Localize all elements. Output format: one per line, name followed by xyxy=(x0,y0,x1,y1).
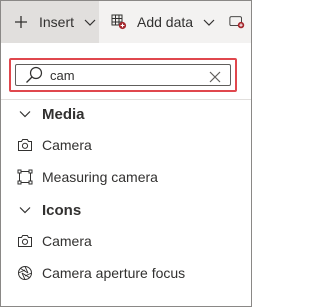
insert-panel-window: Insert Add data cam Media Camera Measuri… xyxy=(0,0,252,307)
add-data-label: Add data xyxy=(137,14,194,30)
list-item-icons-camera[interactable]: Camera xyxy=(1,225,251,257)
group-title: Icons xyxy=(42,201,82,219)
add-data-icon xyxy=(111,14,127,30)
search-highlight xyxy=(9,58,237,92)
camera-icon xyxy=(17,233,33,249)
search-box[interactable] xyxy=(15,64,231,86)
chevron-down-icon xyxy=(84,16,96,28)
list-item-camera-aperture-focus[interactable]: Camera aperture focus xyxy=(1,257,251,289)
list-item-label: Measuring camera xyxy=(42,169,158,185)
list-item-measuring-camera[interactable]: Measuring camera xyxy=(1,161,251,193)
new-screen-icon xyxy=(229,14,245,30)
list-item-label: Camera xyxy=(42,137,92,153)
add-data-button[interactable]: Add data xyxy=(99,1,223,43)
toolbar: Insert Add data xyxy=(1,1,251,43)
camera-icon xyxy=(17,137,33,153)
chevron-down-icon xyxy=(203,16,215,28)
insert-panel: Media Camera Measuring ca xyxy=(1,43,251,306)
plus-icon xyxy=(13,14,29,30)
measuring-camera-icon xyxy=(17,169,33,185)
list-item-label: Camera xyxy=(42,233,92,249)
search-icon xyxy=(24,65,44,85)
close-icon[interactable] xyxy=(208,70,222,84)
group-title: Media xyxy=(42,105,85,123)
chevron-down-icon xyxy=(17,202,33,218)
list-item-label: Camera aperture focus xyxy=(42,265,186,281)
insert-button[interactable]: Insert xyxy=(1,1,99,43)
chevron-down-icon xyxy=(17,106,33,122)
insert-label: Insert xyxy=(39,14,75,30)
search-input[interactable] xyxy=(50,67,190,83)
group-header-icons[interactable]: Icons xyxy=(1,194,251,226)
camera-aperture-icon xyxy=(17,265,33,281)
group-header-media[interactable]: Media xyxy=(1,98,251,130)
new-screen-button[interactable] xyxy=(223,1,251,43)
list-item-media-camera[interactable]: Camera xyxy=(1,129,251,161)
